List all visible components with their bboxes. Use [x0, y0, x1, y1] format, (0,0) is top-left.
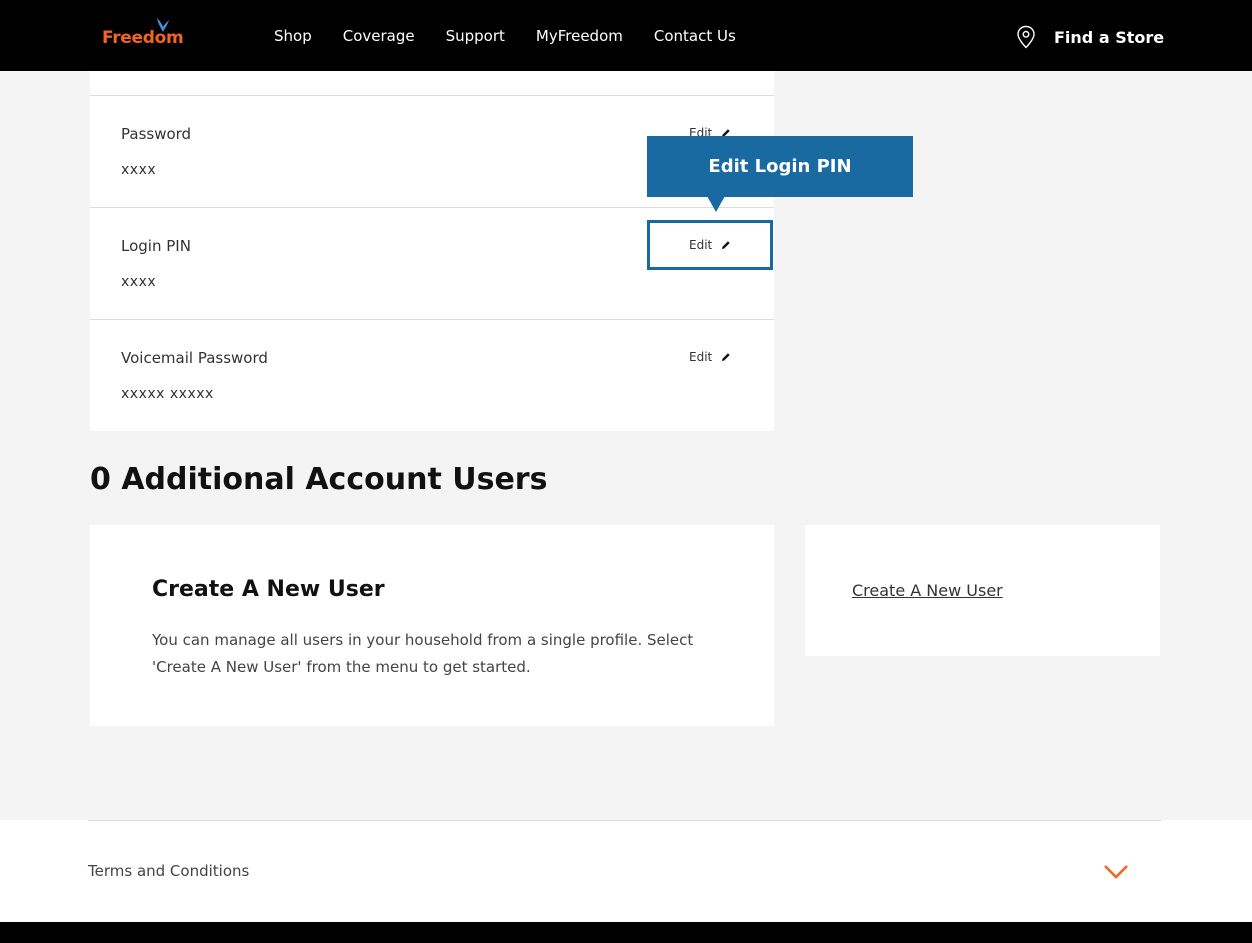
voicemail-password-label: Voicemail Password [121, 349, 268, 367]
nav-coverage[interactable]: Coverage [343, 27, 415, 45]
create-user-title: Create A New User [152, 577, 385, 602]
create-user-side-card: Create A New User [805, 525, 1160, 656]
edit-voicemail-password-button[interactable]: Edit [689, 350, 731, 364]
main-nav: Shop Coverage Support MyFreedom Contact … [274, 27, 767, 45]
password-value: xxxx [121, 162, 157, 178]
create-user-description: You can manage all users in your househo… [152, 631, 694, 676]
nav-shop[interactable]: Shop [274, 27, 312, 45]
freedom-logo[interactable]: Freedom [102, 16, 202, 50]
additional-users-heading: 0 Additional Account Users [90, 462, 548, 497]
login-pin-value: xxxx [121, 274, 157, 290]
create-user-card: Create A New User You can manage all use… [90, 525, 774, 726]
find-store-link[interactable]: Find a Store [1016, 25, 1164, 49]
bottom-bar [0, 922, 1252, 943]
find-store-label: Find a Store [1054, 27, 1165, 47]
logo-text: Freedom [102, 28, 184, 48]
site-header: Freedom Shop Coverage Support MyFreedom … [0, 0, 1252, 71]
voicemail-password-row: Voicemail Password xxxxx xxxxx Edit [90, 320, 774, 432]
create-new-user-link[interactable]: Create A New User [852, 581, 1003, 600]
nav-contact-us[interactable]: Contact Us [654, 27, 736, 45]
password-label: Password [121, 125, 192, 143]
footer: Terms and Conditions [0, 820, 1252, 922]
pencil-icon [722, 353, 730, 361]
nav-support[interactable]: Support [446, 27, 505, 45]
location-pin-icon [1017, 25, 1035, 49]
bird-icon [157, 18, 169, 32]
chevron-down-icon[interactable] [1103, 864, 1129, 880]
edit-login-pin-tooltip: Edit Login PIN [647, 136, 913, 197]
login-pin-label: Login PIN [121, 237, 191, 255]
tooltip-pointer [707, 196, 725, 212]
nav-myfreedom[interactable]: MyFreedom [536, 27, 623, 45]
terms-and-conditions[interactable]: Terms and Conditions [88, 862, 249, 880]
card-top-segment [90, 71, 774, 96]
footer-divider [88, 820, 1161, 821]
voicemail-password-value: xxxxx xxxxx [121, 386, 214, 402]
focus-highlight [647, 220, 773, 270]
edit-label: Edit [689, 350, 713, 364]
